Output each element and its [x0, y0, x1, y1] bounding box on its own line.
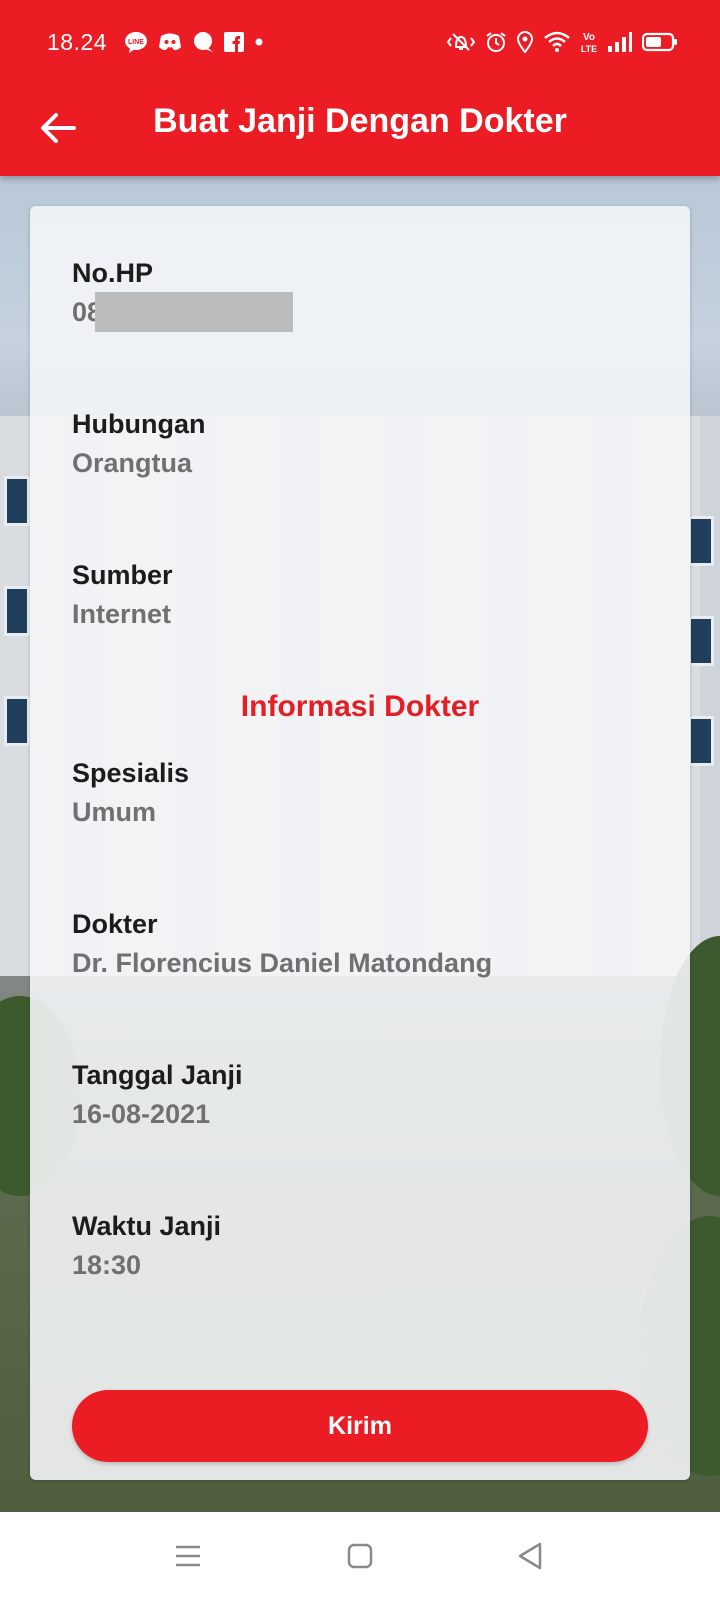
app-bar: Buat Janji Dengan Dokter	[0, 88, 720, 176]
system-back-button[interactable]	[508, 1534, 552, 1578]
appointment-form-card: No.HP 08 Hubungan Orangtua Sumber Intern…	[30, 206, 690, 1480]
wifi-icon	[543, 31, 571, 53]
phone-value: 08	[72, 292, 293, 332]
redacted-block	[95, 292, 293, 332]
submit-button[interactable]: Kirim	[72, 1390, 648, 1462]
doctor-value: Dr. Florencius Daniel Matondang	[72, 948, 493, 978]
home-button[interactable]	[338, 1534, 382, 1578]
back-triangle-icon	[518, 1542, 542, 1570]
menu-icon	[176, 1545, 200, 1567]
volte-icon: Vo LTE	[580, 30, 598, 54]
svg-text:LTE: LTE	[581, 44, 597, 54]
top-bar: 18.24 LINE Vo LTE Buat Janji Dengan Dokt…	[0, 0, 720, 176]
building-window	[688, 716, 714, 766]
doctor-field: Dokter Dr. Florencius Daniel Matondang	[72, 907, 492, 980]
battery-icon	[642, 32, 678, 52]
specialty-value: Umum	[72, 797, 157, 827]
time-label: Waktu Janji	[72, 1211, 222, 1241]
date-field: Tanggal Janji 16-08-2021	[72, 1058, 243, 1131]
relation-label: Hubungan	[72, 409, 206, 439]
building-window	[4, 476, 30, 526]
building-window	[4, 696, 30, 746]
time-field: Waktu Janji 18:30	[72, 1209, 221, 1282]
svg-text:Vo: Vo	[583, 32, 595, 43]
date-value: 16-08-2021	[72, 1099, 211, 1129]
status-time: 18.24	[47, 29, 108, 55]
system-nav-bar	[0, 1512, 720, 1600]
specialty-label: Spesialis	[72, 758, 190, 788]
notification-icons: LINE	[124, 31, 264, 53]
chat-bubble-icon	[192, 31, 214, 53]
source-label: Sumber	[72, 560, 173, 590]
phone-label: No.HP	[72, 258, 153, 288]
source-field: Sumber Internet	[72, 558, 173, 631]
alarm-icon	[485, 31, 507, 53]
page-title: Buat Janji Dengan Dokter	[153, 102, 567, 140]
status-bar: 18.24 LINE Vo LTE	[0, 0, 720, 88]
source-value: Internet	[72, 599, 172, 629]
vibrate-icon	[446, 31, 476, 53]
date-label: Tanggal Janji	[72, 1060, 243, 1090]
building-window	[688, 616, 714, 666]
phone-field: No.HP 08	[72, 256, 293, 332]
line-icon: LINE	[124, 31, 148, 53]
relation-value: Orangtua	[72, 448, 193, 478]
system-status-icons: Vo LTE	[446, 30, 678, 54]
doctor-label: Dokter	[72, 909, 158, 939]
building-window	[688, 516, 714, 566]
doctor-info-section-title: Informasi Dokter	[240, 690, 480, 723]
discord-icon	[158, 32, 182, 52]
specialty-field: Spesialis Umum	[72, 756, 189, 829]
location-icon	[516, 31, 534, 53]
relation-field: Hubungan Orangtua	[72, 407, 205, 480]
time-value: 18:30	[72, 1250, 142, 1280]
home-icon	[347, 1543, 373, 1569]
facebook-icon	[224, 32, 244, 52]
dot-icon	[254, 37, 264, 47]
building-window	[4, 586, 30, 636]
svg-text:LINE: LINE	[128, 39, 144, 46]
recent-apps-button[interactable]	[166, 1534, 210, 1578]
signal-icon	[607, 31, 633, 53]
